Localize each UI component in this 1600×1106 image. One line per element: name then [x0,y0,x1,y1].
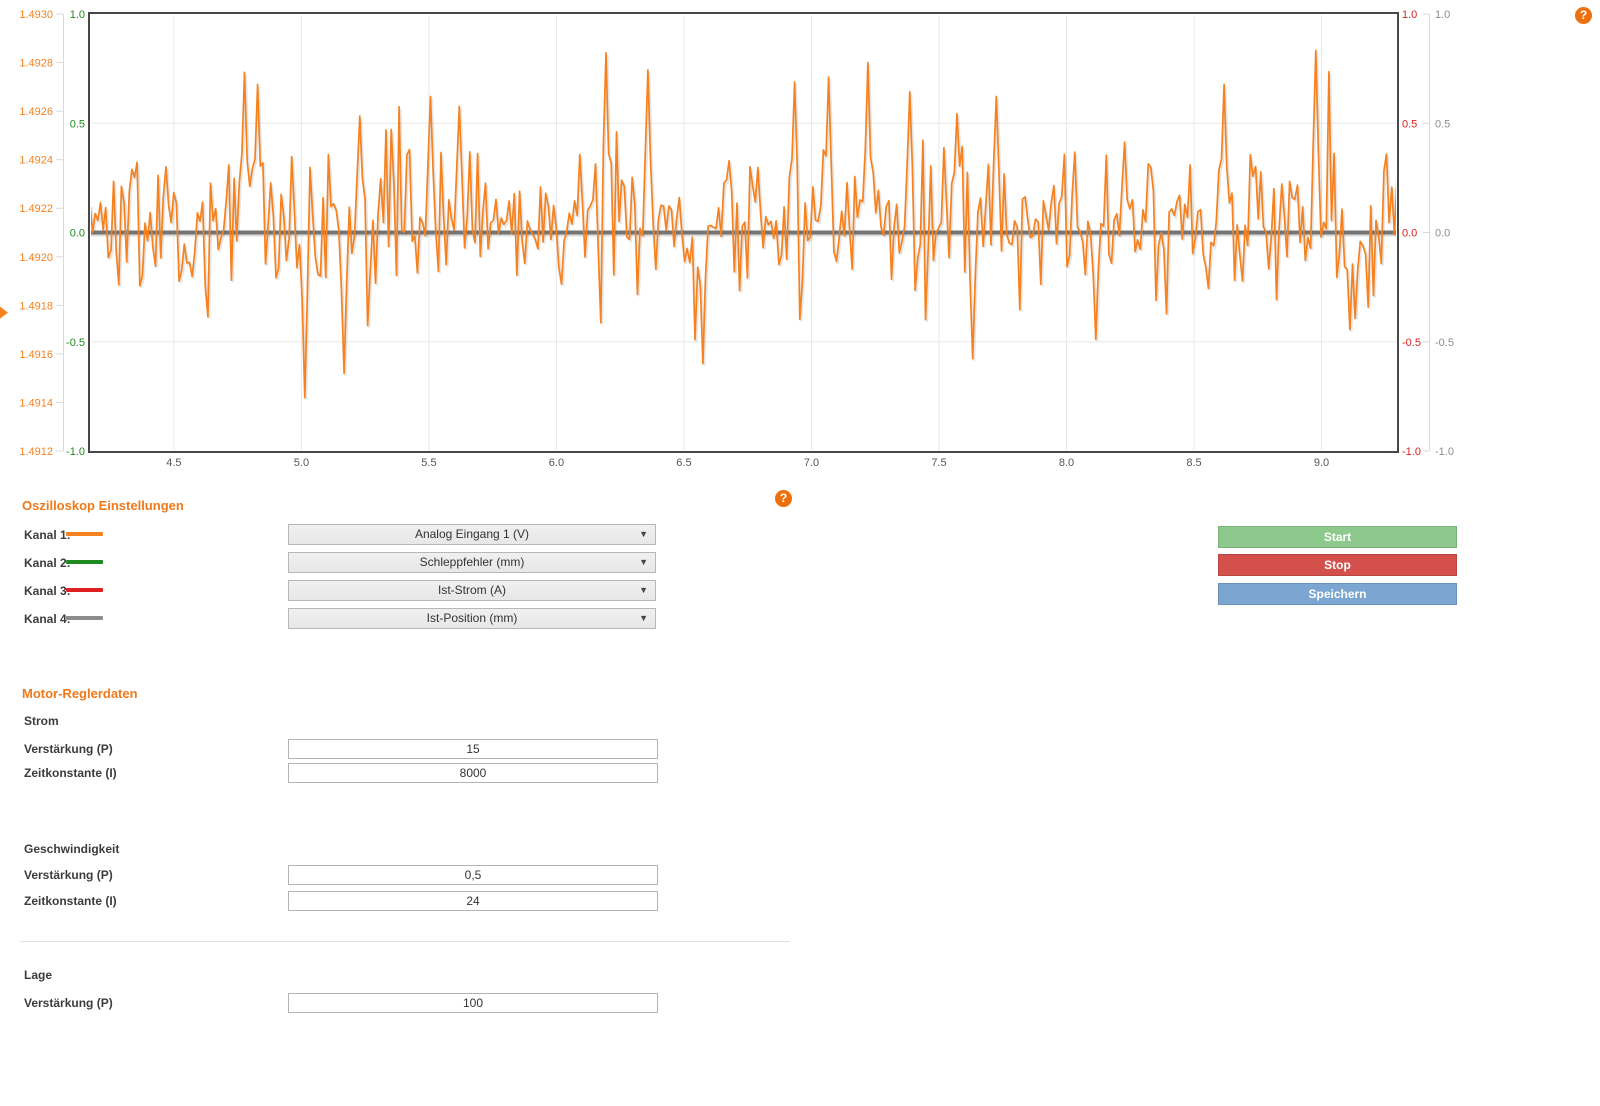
axis-marker-arrow[interactable] [0,307,8,319]
kanal-3-select[interactable]: Ist-Strom (A) ▼ [288,580,656,601]
y-axis-right-current: 1.0 0.5 0.0 -0.5 -1.0 [1402,9,1421,458]
svg-text:1.4912: 1.4912 [19,446,53,458]
kanal-4-selected-value: Ist-Position (mm) [427,611,518,625]
geschwindigkeit-zeitkonstante-input[interactable] [288,891,658,911]
svg-text:6.0: 6.0 [549,457,564,469]
chevron-down-icon: ▼ [639,525,648,544]
kanal-4-color-swatch [66,616,103,620]
svg-text:-1.0: -1.0 [1435,446,1454,458]
strom-zeitkonstante-label: Zeitkonstante (I) [24,766,117,780]
y-axis-right-position: 1.0 0.5 0.0 -0.5 -1.0 [1423,9,1454,458]
oszilloskop-help-icon[interactable]: ? [775,490,792,507]
svg-text:0.0: 0.0 [1435,228,1450,240]
strom-zeitkonstante-input[interactable] [288,763,658,783]
kanal-1-label: Kanal 1: [24,528,71,542]
strom-verstaerkung-label: Verstärkung (P) [24,742,113,756]
svg-text:1.4928: 1.4928 [19,58,53,70]
svg-text:1.4922: 1.4922 [19,203,53,215]
svg-text:0.0: 0.0 [70,228,85,240]
svg-text:0.5: 0.5 [70,118,85,130]
oscilloscope-app: 1.4930 1.4928 1.4926 1.4924 1.4922 1.4920 1.49… [0,0,1600,1106]
svg-text:-1.0: -1.0 [1402,446,1421,458]
kanal-1-select[interactable]: Analog Eingang 1 (V) ▼ [288,524,656,545]
svg-text:1.4930: 1.4930 [19,9,53,21]
svg-text:1.4918: 1.4918 [19,300,53,312]
speichern-button[interactable]: Speichern [1218,583,1457,605]
svg-text:0.5: 0.5 [1402,118,1417,130]
svg-text:1.0: 1.0 [1402,9,1417,21]
chevron-down-icon: ▼ [639,581,648,600]
svg-text:-0.5: -0.5 [66,337,85,349]
geschwindigkeit-group-title: Geschwindigkeit [24,842,119,856]
svg-text:1.0: 1.0 [1435,9,1450,21]
lage-verstaerkung-input[interactable] [288,993,658,1013]
stop-button[interactable]: Stop [1218,554,1457,576]
oscilloscope-chart: 1.4930 1.4928 1.4926 1.4924 1.4922 1.4920 1.49… [0,0,1600,480]
kanal-3-selected-value: Ist-Strom (A) [438,583,506,597]
geschwindigkeit-zeitkonstante-label: Zeitkonstante (I) [24,894,117,908]
svg-text:5.5: 5.5 [421,457,436,469]
svg-text:0.5: 0.5 [1435,118,1450,130]
chart-series [90,50,1399,399]
svg-text:-0.5: -0.5 [1435,337,1454,349]
svg-text:0.0: 0.0 [1402,228,1417,240]
kanal-3-label: Kanal 3: [24,584,71,598]
svg-text:4.5: 4.5 [166,457,181,469]
chevron-down-icon: ▼ [639,609,648,628]
svg-text:1.0: 1.0 [70,9,85,21]
geschwindigkeit-verstaerkung-label: Verstärkung (P) [24,868,113,882]
kanal-1-color-swatch [66,532,103,536]
svg-text:1.4916: 1.4916 [19,349,53,361]
svg-text:-1.0: -1.0 [66,446,85,458]
y-axis-left-secondary: 1.0 0.5 0.0 -0.5 -1.0 [66,9,85,458]
svg-text:5.0: 5.0 [294,457,309,469]
kanal-1-selected-value: Analog Eingang 1 (V) [415,527,529,541]
svg-text:1.4914: 1.4914 [19,397,53,409]
svg-text:9.0: 9.0 [1314,457,1329,469]
section-divider [20,941,790,942]
start-button[interactable]: Start [1218,526,1457,548]
strom-verstaerkung-input[interactable] [288,739,658,759]
geschwindigkeit-verstaerkung-input[interactable] [288,865,658,885]
kanal-4-select[interactable]: Ist-Position (mm) ▼ [288,608,656,629]
svg-text:7.5: 7.5 [931,457,946,469]
lage-group-title: Lage [24,968,52,982]
strom-group-title: Strom [24,714,59,728]
svg-text:1.4924: 1.4924 [19,155,53,167]
chevron-down-icon: ▼ [639,553,648,572]
svg-text:1.4920: 1.4920 [19,252,53,264]
kanal-3-color-swatch [66,588,103,592]
kanal-2-color-swatch [66,560,103,564]
kanal-4-label: Kanal 4: [24,612,71,626]
kanal-2-label: Kanal 2: [24,556,71,570]
svg-text:8.0: 8.0 [1059,457,1074,469]
motor-reglerdaten-heading: Motor-Reglerdaten [22,687,138,701]
kanal-2-selected-value: Schleppfehler (mm) [420,555,525,569]
svg-text:-0.5: -0.5 [1402,337,1421,349]
y-axis-voltage: 1.4930 1.4928 1.4926 1.4924 1.4922 1.4920 1.49… [19,9,63,458]
svg-text:1.4926: 1.4926 [19,106,53,118]
lage-verstaerkung-label: Verstärkung (P) [24,996,113,1010]
x-axis-tick-labels: 4.5 5.0 5.5 6.0 6.5 7.0 7.5 8.0 8.5 9.0 [166,457,1329,469]
oszilloskop-heading: Oszilloskop Einstellungen [22,499,184,513]
svg-text:6.5: 6.5 [676,457,691,469]
svg-text:8.5: 8.5 [1186,457,1201,469]
kanal-2-select[interactable]: Schleppfehler (mm) ▼ [288,552,656,573]
chart-help-icon[interactable]: ? [1575,7,1592,24]
svg-text:7.0: 7.0 [804,457,819,469]
